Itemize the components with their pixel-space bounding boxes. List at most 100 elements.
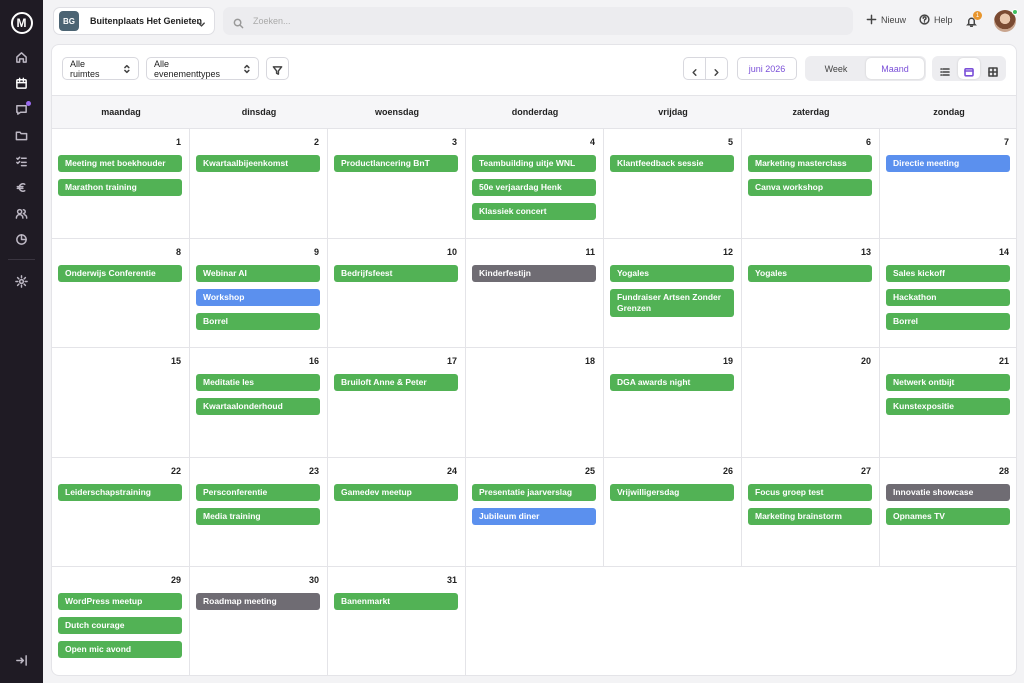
day-cell[interactable]: 4 Teambuilding uitje WNL 50e verjaardag He… xyxy=(466,129,604,239)
day-cell[interactable]: 20 xyxy=(742,348,880,458)
event-chip[interactable]: Hackathon xyxy=(886,288,1010,306)
checklist-icon[interactable] xyxy=(10,150,34,172)
event-chip[interactable]: Focus groep test xyxy=(748,483,872,501)
app-logo[interactable]: M xyxy=(10,12,33,34)
notifications-button[interactable]: 1 xyxy=(966,11,982,28)
day-cell[interactable]: 29 WordPress meetup Dutch courage Open mic … xyxy=(52,567,190,675)
home-icon[interactable] xyxy=(10,46,34,68)
event-chip[interactable]: Netwerk ontbijt xyxy=(886,374,1010,392)
day-cell[interactable]: 27 Focus groep test Marketing brainstorm xyxy=(742,457,880,568)
event-chip[interactable]: Productlancering BnT xyxy=(334,155,458,172)
day-cell[interactable]: 16 Meditatie les Kwartaalonderhoud xyxy=(190,348,328,458)
event-chip[interactable]: Teambuilding uitje WNL xyxy=(472,155,596,172)
reports-icon[interactable] xyxy=(10,228,34,250)
event-chip[interactable]: Workshop xyxy=(196,288,320,306)
next-month-button[interactable] xyxy=(705,57,728,80)
day-cell[interactable]: 21 Netwerk ontbijt Kunstexpositie xyxy=(880,348,1016,458)
event-chip[interactable]: 50e verjaardag Henk xyxy=(472,179,596,196)
event-chip[interactable]: Fundraiser Artsen Zonder Grenzen xyxy=(610,288,734,317)
event-chip[interactable]: Leiderschapstraining xyxy=(58,483,182,501)
day-cell[interactable]: 12 Yogales Fundraiser Artsen Zonder Grenze… xyxy=(604,238,742,349)
event-chip[interactable]: Marathon training xyxy=(58,179,182,196)
chat-icon[interactable] xyxy=(10,98,34,120)
event-chip[interactable]: Dutch courage xyxy=(58,617,182,635)
day-cell[interactable]: 30 Roadmap meeting xyxy=(190,567,328,675)
event-chip[interactable]: Klantfeedback sessie xyxy=(610,155,734,172)
day-cell[interactable]: 17 Bruiloft Anne & Peter xyxy=(328,348,466,458)
day-cell[interactable]: 24 Gamedev meetup xyxy=(328,457,466,568)
venue-selector[interactable]: BG Buitenplaats Het Genieten xyxy=(53,7,215,35)
event-chip[interactable]: Kwartaalbijeenkomst xyxy=(196,155,320,172)
day-cell[interactable]: 19 DGA awards night xyxy=(604,348,742,458)
new-button[interactable]: Nieuw xyxy=(866,14,906,25)
event-chip[interactable]: Webinar AI xyxy=(196,264,320,282)
day-cell[interactable]: 2 Kwartaalbijeenkomst xyxy=(190,129,328,239)
day-cell[interactable]: 15 xyxy=(52,348,190,458)
day-cell[interactable]: 14 Sales kickoff Hackathon Borrel xyxy=(880,239,1016,349)
event-chip[interactable]: Jubileum diner xyxy=(472,507,596,525)
event-chip[interactable]: Klassiek concert xyxy=(472,203,596,220)
event-chip[interactable]: Kunstexpositie xyxy=(886,398,1010,416)
day-cell[interactable]: 31 Banenmarkt xyxy=(328,567,466,675)
event-chip[interactable]: Meditatie les xyxy=(196,374,320,392)
day-cell[interactable]: 9 Webinar AI Workshop Borrel xyxy=(190,238,328,349)
event-chip[interactable]: Open mic avond xyxy=(58,641,182,659)
event-chip[interactable]: Kinderfestijn xyxy=(472,264,596,282)
event-chip[interactable]: Marketing brainstorm xyxy=(748,507,872,525)
day-cell[interactable]: 28 Innovatie showcase Opnames TV xyxy=(880,458,1016,568)
event-chip[interactable]: Borrel xyxy=(886,312,1010,330)
day-cell[interactable]: 13 Yogales xyxy=(742,238,880,349)
day-cell[interactable]: 18 xyxy=(466,348,604,458)
calendar-icon[interactable] xyxy=(10,72,34,94)
day-cell[interactable]: 1 Meeting met boekhouder Marathon training xyxy=(52,129,190,239)
event-chip[interactable]: Borrel xyxy=(196,312,320,330)
event-chip[interactable]: Vrijwilligersdag xyxy=(610,483,734,501)
tab-month[interactable]: Maand xyxy=(866,58,924,79)
calendar-view-button[interactable] xyxy=(958,58,980,79)
event-chip[interactable]: Yogales xyxy=(748,264,872,282)
event-chip[interactable]: Bruiloft Anne & Peter xyxy=(334,374,458,392)
event-chip[interactable]: Yogales xyxy=(610,264,734,282)
event-chip[interactable]: Innovatie showcase xyxy=(886,483,1010,501)
event-chip[interactable]: Media training xyxy=(196,507,320,525)
event-chip[interactable]: Roadmap meeting xyxy=(196,593,320,611)
event-chip[interactable]: Canva workshop xyxy=(748,179,872,196)
day-cell[interactable]: 3 Productlancering BnT xyxy=(328,129,466,239)
event-chip[interactable]: Bedrijfsfeest xyxy=(334,264,458,282)
users-icon[interactable] xyxy=(10,202,34,224)
search-input[interactable] xyxy=(253,16,813,26)
event-chip[interactable]: Opnames TV xyxy=(886,507,1010,525)
current-period-button[interactable]: juni 2026 xyxy=(737,57,797,80)
tab-week[interactable]: Week xyxy=(807,58,865,79)
event-chip[interactable]: Directie meeting xyxy=(886,155,1010,172)
day-cell[interactable]: 22 Leiderschapstraining xyxy=(52,457,190,568)
event-chip[interactable]: Persconferentie xyxy=(196,483,320,501)
day-cell[interactable]: 8 Onderwijs Conferentie xyxy=(52,238,190,349)
event-chip[interactable]: Kwartaalonderhoud xyxy=(196,398,320,416)
day-cell[interactable]: 7 Directie meeting xyxy=(880,129,1016,239)
logout-icon[interactable] xyxy=(10,649,34,671)
day-cell[interactable]: 25 Presentatie jaarverslag Jubileum diner xyxy=(466,457,604,568)
list-view-button[interactable] xyxy=(934,58,956,79)
help-button[interactable]: Help xyxy=(919,14,953,25)
day-cell[interactable]: 23 Persconferentie Media training xyxy=(190,457,328,568)
rooms-filter[interactable]: Alle ruimtes xyxy=(62,57,139,80)
event-chip[interactable]: Presentatie jaarverslag xyxy=(472,483,596,501)
prev-month-button[interactable] xyxy=(683,57,706,80)
event-chip[interactable]: Meeting met boekhouder xyxy=(58,155,182,172)
event-type-filter[interactable]: Alle evenementtypes xyxy=(146,57,259,80)
event-chip[interactable]: Sales kickoff xyxy=(886,264,1010,282)
day-cell[interactable]: 10 Bedrijfsfeest xyxy=(328,238,466,349)
event-chip[interactable]: Marketing masterclass xyxy=(748,155,872,172)
euro-icon[interactable] xyxy=(10,176,34,198)
day-cell[interactable]: 26 Vrijwilligersdag xyxy=(604,457,742,568)
event-chip[interactable]: Banenmarkt xyxy=(334,593,458,611)
event-chip[interactable]: DGA awards night xyxy=(610,374,734,392)
settings-icon[interactable] xyxy=(10,270,34,292)
grid-view-button[interactable] xyxy=(982,58,1004,79)
day-cell[interactable]: 11 Kinderfestijn xyxy=(466,238,604,349)
filter-button[interactable] xyxy=(266,57,289,80)
day-cell[interactable]: 6 Marketing masterclass Canva workshop xyxy=(742,129,880,239)
day-cell[interactable]: 5 Klantfeedback sessie xyxy=(604,129,742,239)
event-chip[interactable]: WordPress meetup xyxy=(58,593,182,611)
